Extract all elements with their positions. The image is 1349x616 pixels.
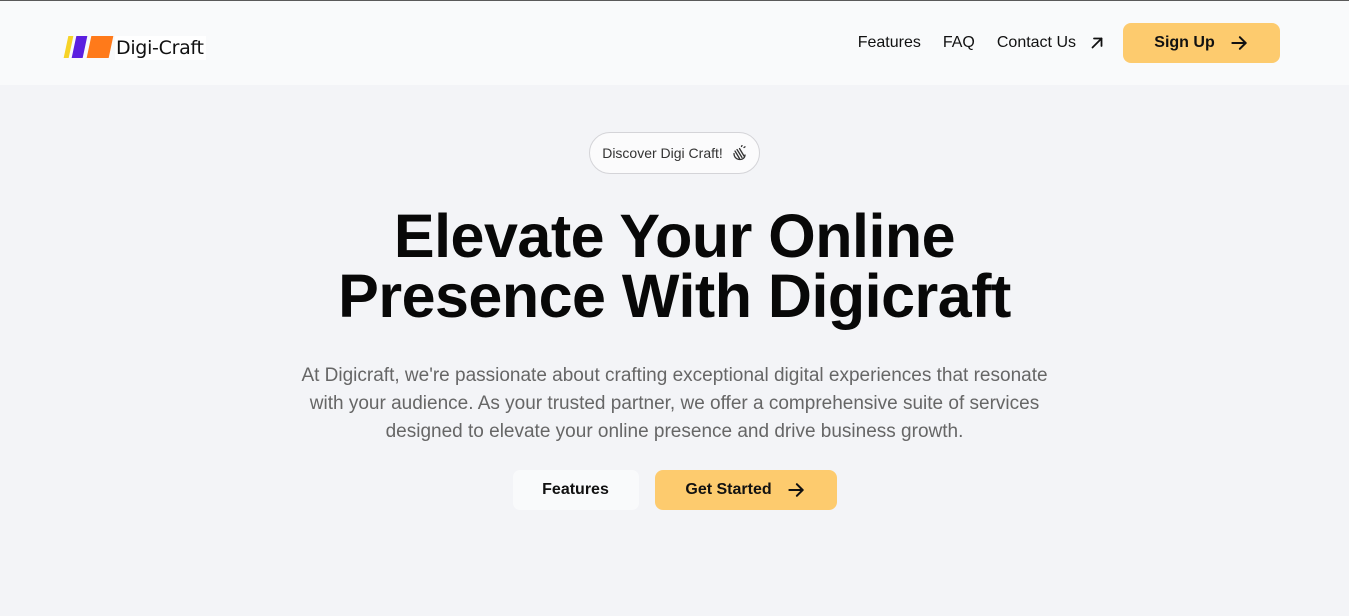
arrow-right-icon	[787, 483, 804, 497]
sign-up-label: Sign Up	[1154, 34, 1215, 51]
sign-up-button[interactable]: Sign Up	[1123, 23, 1280, 63]
get-started-label: Get Started	[685, 481, 772, 498]
features-button[interactable]: Features	[512, 470, 639, 510]
discover-badge[interactable]: Discover Digi Craft!	[589, 132, 760, 174]
discover-badge-label: Discover Digi Craft!	[602, 145, 723, 161]
headline-line-2: Presence With Digicraft	[338, 262, 1011, 330]
logo-mark-icon	[63, 36, 116, 60]
brand-name: Digi-Craft	[115, 36, 206, 60]
top-navbar: Digi-Craft Features FAQ Contact Us Sign …	[0, 1, 1349, 85]
hero-section: Discover Digi Craft! Elevate Your Online…	[0, 85, 1349, 510]
nav-links: Features FAQ Contact Us Sign Up	[858, 23, 1280, 63]
get-started-button[interactable]: Get Started	[654, 470, 837, 510]
nav-link-faq[interactable]: FAQ	[943, 34, 975, 52]
nav-link-features[interactable]: Features	[858, 34, 921, 52]
hero-headline: Elevate Your Online Presence With Digicr…	[0, 202, 1349, 330]
clapping-hands-icon	[733, 145, 746, 161]
hero-description: At Digicraft, we're passionate about cra…	[301, 365, 1048, 442]
nav-link-contact-us[interactable]: Contact Us	[997, 34, 1076, 52]
cta-row: Features Get Started	[0, 470, 1349, 510]
headline-line-1: Elevate Your Online	[393, 202, 956, 270]
arrow-right-icon	[1231, 36, 1247, 50]
arrow-up-right-icon[interactable]	[1088, 34, 1106, 52]
brand-logo[interactable]: Digi-Craft	[63, 36, 206, 60]
